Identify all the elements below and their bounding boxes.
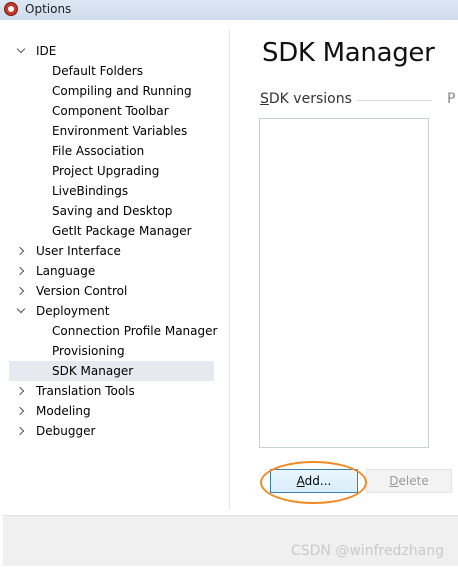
tree-item[interactable]: SDK Manager xyxy=(9,361,214,381)
tree-item-label: IDE xyxy=(36,44,57,58)
tree-item[interactable]: Project Upgrading xyxy=(9,161,214,181)
tree-item[interactable]: Version Control xyxy=(9,281,214,301)
tree-item[interactable]: Language xyxy=(9,261,214,281)
tree-item[interactable]: User Interface xyxy=(9,241,214,261)
tree-item-label: Environment Variables xyxy=(52,124,188,138)
sdk-versions-list[interactable] xyxy=(259,118,429,448)
tree-item[interactable]: File Association xyxy=(9,141,214,161)
tree-item-label: Deployment xyxy=(36,304,110,318)
tree-item[interactable]: Modeling xyxy=(9,401,214,421)
tree-item-label: Modeling xyxy=(36,404,91,418)
tree-item-label: Connection Profile Manager xyxy=(52,324,218,338)
window-title: Options xyxy=(25,2,72,16)
tree-item[interactable]: Component Toolbar xyxy=(9,101,214,121)
tree-item-label: Language xyxy=(36,264,96,278)
tree-item-label: LiveBindings xyxy=(52,184,129,198)
chevron-right-icon[interactable] xyxy=(16,246,25,255)
tree-item[interactable]: Default Folders xyxy=(9,61,214,81)
tree-item[interactable]: LiveBindings xyxy=(9,181,214,201)
tree-item[interactable]: Connection Profile Manager xyxy=(9,321,218,341)
tree-item-label: Translation Tools xyxy=(36,384,135,398)
chevron-right-icon[interactable] xyxy=(16,286,25,295)
tree-item-label: Project Upgrading xyxy=(52,164,160,178)
tree-item-label: Version Control xyxy=(36,284,128,298)
tree-item-label: SDK Manager xyxy=(52,364,134,378)
section-divider-line xyxy=(357,100,432,101)
chevron-down-icon[interactable] xyxy=(16,46,25,55)
watermark: CSDN @winfredzhang xyxy=(290,543,444,559)
tree-item[interactable]: IDE xyxy=(9,41,214,61)
clipped-label: P xyxy=(447,91,456,107)
tree-item-label: Debugger xyxy=(36,424,96,438)
panel-divider xyxy=(229,30,230,510)
sdk-versions-label: SDK versions xyxy=(260,91,352,107)
add-button[interactable]: Add... xyxy=(270,469,358,493)
tree-item[interactable]: Provisioning xyxy=(9,341,214,361)
tree-item[interactable]: Translation Tools xyxy=(9,381,214,401)
page-title: SDK Manager xyxy=(262,38,435,68)
chevron-down-icon[interactable] xyxy=(16,306,25,315)
tree-item-label: Provisioning xyxy=(52,344,125,358)
tree-item-label: User Interface xyxy=(36,244,121,258)
chevron-right-icon[interactable] xyxy=(16,406,25,415)
tree-item-label: Compiling and Running xyxy=(52,84,192,98)
tree-item[interactable]: Compiling and Running xyxy=(9,81,214,101)
chevron-right-icon[interactable] xyxy=(16,386,25,395)
app-icon xyxy=(4,2,18,16)
tree-item[interactable]: GetIt Package Manager xyxy=(9,221,214,241)
chevron-right-icon[interactable] xyxy=(16,266,25,275)
chevron-right-icon[interactable] xyxy=(16,426,25,435)
tree-item[interactable]: Deployment xyxy=(9,301,214,321)
tree-item-label: Saving and Desktop xyxy=(52,204,173,218)
title-bar: Options xyxy=(0,0,458,20)
options-tree: IDE Default Folders Compiling and Running C… xyxy=(9,20,224,500)
tree-item[interactable]: Environment Variables xyxy=(9,121,214,141)
delete-button[interactable]: Delete xyxy=(366,469,452,493)
tree-item-label: File Association xyxy=(52,144,145,158)
tree-item-label: Component Toolbar xyxy=(52,104,169,118)
tree-item-label: GetIt Package Manager xyxy=(52,224,192,238)
tree-item[interactable]: Saving and Desktop xyxy=(9,201,214,221)
tree-item[interactable]: Debugger xyxy=(9,421,214,441)
tree-item-label: Default Folders xyxy=(52,64,143,78)
